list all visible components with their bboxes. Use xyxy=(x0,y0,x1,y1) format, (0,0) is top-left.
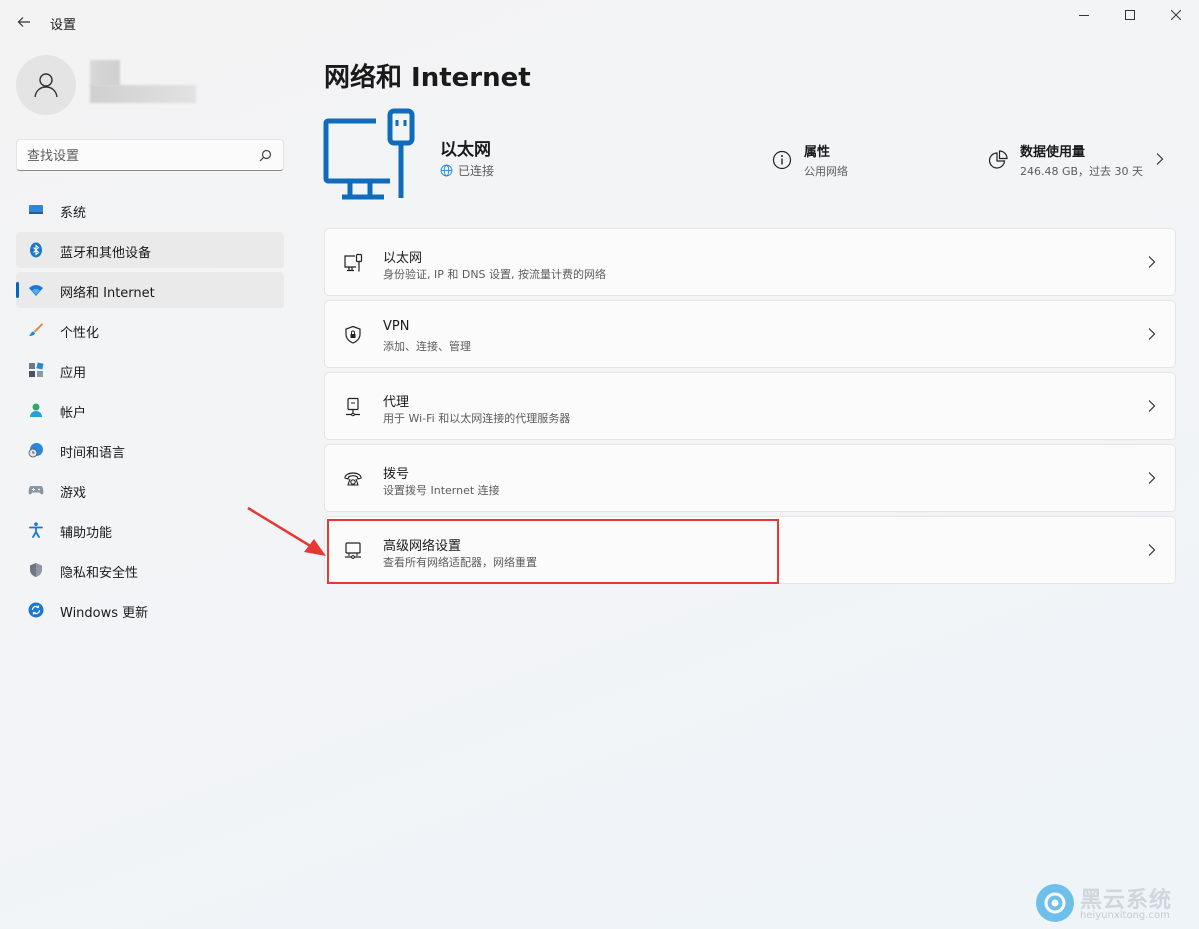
chevron-right-icon xyxy=(1148,256,1156,268)
user-profile[interactable] xyxy=(16,55,284,117)
minimize-icon xyxy=(1079,15,1089,16)
annotation-arrow-icon xyxy=(247,506,326,556)
sidebar-item-label: 帐户 xyxy=(60,406,87,421)
card-title: 以太网 xyxy=(383,251,423,266)
sidebar-item-label: 蓝牙和其他设备 xyxy=(60,246,152,261)
accessibility-icon xyxy=(29,522,43,538)
data-usage-title: 数据使用量 xyxy=(1020,145,1086,160)
sidebar-nav: 系统 蓝牙和其他设备 网络和 Internet 个性化 应用 帐户 时间和语言 … xyxy=(16,192,284,632)
card-proxy[interactable]: 代理 用于 Wi-Fi 和以太网连接的代理服务器 xyxy=(324,372,1176,440)
sidebar-item-label: 应用 xyxy=(60,366,87,381)
card-ethernet[interactable]: 以太网 身份验证, IP 和 DNS 设置, 按流量计费的网络 xyxy=(324,228,1176,296)
properties-link[interactable]: 属性 公用网络 xyxy=(772,140,952,184)
shield-icon xyxy=(30,563,42,577)
maximize-button[interactable] xyxy=(1107,0,1153,30)
card-subtitle: 用于 Wi-Fi 和以太网连接的代理服务器 xyxy=(383,412,571,425)
close-icon xyxy=(1171,10,1181,20)
bluetooth-icon xyxy=(30,242,42,258)
chevron-right-icon xyxy=(1148,328,1156,340)
sidebar-item-bluetooth[interactable]: 蓝牙和其他设备 xyxy=(16,232,284,268)
chevron-right-icon xyxy=(1148,472,1156,484)
watermark: 黑云系统 heiyunxitong.com xyxy=(1036,882,1186,924)
maximize-icon xyxy=(1125,10,1135,20)
watermark-url: heiyunxitong.com xyxy=(1080,910,1170,921)
info-icon xyxy=(772,150,792,170)
chevron-right-icon xyxy=(1148,544,1156,556)
search-icon[interactable] xyxy=(257,148,273,164)
connection-status-text: 已连接 xyxy=(458,164,495,178)
apps-icon xyxy=(29,362,44,377)
search-box xyxy=(16,139,284,171)
monitor-icon xyxy=(29,205,43,214)
card-title: VPN xyxy=(383,319,410,334)
gamepad-icon xyxy=(28,486,44,495)
sidebar-item-label: 隐私和安全性 xyxy=(60,566,139,581)
active-indicator xyxy=(16,282,19,298)
properties-title: 属性 xyxy=(804,145,831,160)
title-bar: 设置 xyxy=(0,0,1199,44)
chevron-right-icon xyxy=(1148,400,1156,412)
globe-icon xyxy=(440,164,453,177)
sidebar-item-windows-update[interactable]: Windows 更新 xyxy=(16,592,284,628)
sidebar-item-apps[interactable]: 应用 xyxy=(16,352,284,388)
brush-icon xyxy=(29,323,43,336)
account-icon xyxy=(30,403,42,417)
card-dialup[interactable]: 拨号 设置拨号 Internet 连接 xyxy=(324,444,1176,512)
page-title: 网络和 Internet xyxy=(324,63,531,93)
chevron-right-icon xyxy=(1156,153,1164,165)
connection-status: 已连接 xyxy=(440,162,494,179)
vpn-shield-icon xyxy=(345,325,361,344)
sidebar-item-network[interactable]: 网络和 Internet xyxy=(16,272,284,308)
ethernet-icon xyxy=(344,253,363,272)
sidebar-item-system[interactable]: 系统 xyxy=(16,192,284,228)
sidebar-item-time-language[interactable]: 时间和语言 xyxy=(16,432,284,468)
back-arrow-icon xyxy=(17,17,30,27)
user-name-blurred xyxy=(90,60,120,86)
data-usage-sub: 246.48 GB，过去 30 天 xyxy=(1020,165,1144,178)
watermark-logo-icon xyxy=(1036,884,1074,922)
card-title: 拨号 xyxy=(383,467,410,482)
app-title: 设置 xyxy=(50,18,77,33)
minimize-button[interactable] xyxy=(1061,0,1107,30)
card-subtitle: 设置拨号 Internet 连接 xyxy=(383,484,500,497)
user-email-blurred xyxy=(90,85,196,103)
properties-sub: 公用网络 xyxy=(804,165,848,178)
proxy-icon xyxy=(346,397,360,417)
globe-clock-icon xyxy=(28,443,43,458)
avatar xyxy=(16,55,76,115)
card-subtitle: 添加、连接、管理 xyxy=(383,340,471,353)
wifi-icon xyxy=(29,285,43,296)
sidebar-item-label: 个性化 xyxy=(60,326,100,341)
sidebar-item-label: 时间和语言 xyxy=(60,446,126,461)
card-vpn[interactable]: VPN 添加、连接、管理 xyxy=(324,300,1176,368)
card-subtitle: 身份验证, IP 和 DNS 设置, 按流量计费的网络 xyxy=(383,268,607,281)
sidebar-item-label: 系统 xyxy=(60,206,87,221)
sidebar-item-gaming[interactable]: 游戏 xyxy=(16,472,284,508)
sidebar-item-label: 辅助功能 xyxy=(60,526,113,541)
sidebar-item-label: 网络和 Internet xyxy=(60,286,155,301)
sidebar-item-personalization[interactable]: 个性化 xyxy=(16,312,284,348)
data-usage-link[interactable]: 数据使用量 246.48 GB，过去 30 天 xyxy=(988,140,1174,184)
close-button[interactable] xyxy=(1153,0,1199,30)
person-icon xyxy=(34,73,58,98)
search-input[interactable] xyxy=(27,146,247,166)
sidebar-item-label: 游戏 xyxy=(60,486,87,501)
connection-name: 以太网 xyxy=(440,140,491,160)
annotation-highlight-box xyxy=(327,519,779,584)
sidebar-item-label: Windows 更新 xyxy=(60,606,149,621)
card-title: 代理 xyxy=(383,395,410,410)
update-icon xyxy=(28,602,44,618)
pie-chart-icon xyxy=(988,150,1008,169)
phone-icon xyxy=(344,472,362,486)
ethernet-monitor-icon xyxy=(323,108,415,200)
sidebar-item-accounts[interactable]: 帐户 xyxy=(16,392,284,428)
back-button[interactable] xyxy=(10,8,38,36)
